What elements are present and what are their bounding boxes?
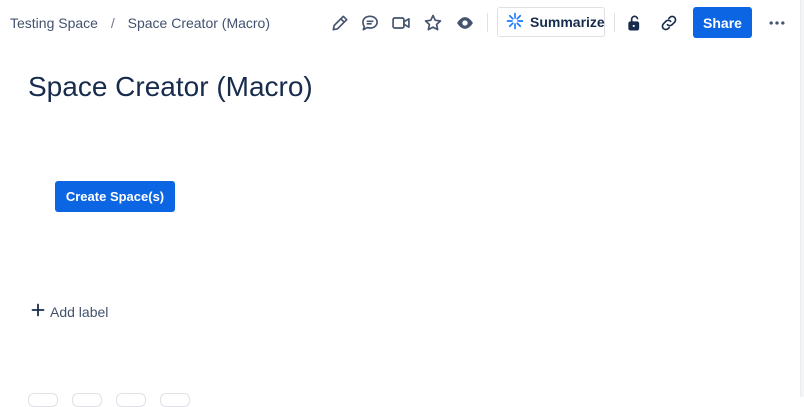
breadcrumb-space-link[interactable]: Testing Space — [10, 15, 98, 31]
video-icon[interactable] — [389, 11, 413, 35]
create-spaces-button[interactable]: Create Space(s) — [55, 181, 175, 212]
summarize-label: Summarize — [530, 14, 605, 30]
more-icon[interactable] — [765, 11, 789, 35]
comment-icon[interactable] — [358, 11, 382, 35]
breadcrumb-page-link[interactable]: Space Creator (Macro) — [128, 15, 270, 31]
reaction-button[interactable] — [28, 393, 58, 407]
edit-icon[interactable] — [328, 11, 352, 35]
share-button[interactable]: Share — [693, 7, 752, 38]
scrollbar-track[interactable] — [800, 0, 804, 397]
star-icon[interactable] — [421, 11, 445, 35]
plus-icon — [31, 303, 45, 320]
unlock-icon[interactable] — [623, 11, 647, 35]
toolbar-divider — [614, 13, 615, 32]
add-label-text: Add label — [50, 303, 109, 320]
link-icon[interactable] — [657, 11, 681, 35]
watch-icon[interactable] — [453, 11, 477, 35]
sparkle-icon — [506, 12, 524, 33]
breadcrumb-separator: / — [110, 15, 115, 31]
reaction-button[interactable] — [160, 393, 190, 407]
reaction-button[interactable] — [116, 393, 146, 407]
toolbar-divider — [487, 13, 488, 32]
reactions-bar — [28, 393, 190, 407]
breadcrumb: Testing Space / Space Creator (Macro) — [10, 15, 270, 31]
page-header: Testing Space / Space Creator (Macro) Su… — [0, 0, 800, 46]
add-label-button[interactable]: Add label — [31, 303, 108, 320]
page-title: Space Creator (Macro) — [28, 71, 313, 102]
reaction-button[interactable] — [72, 393, 102, 407]
summarize-button[interactable]: Summarize — [497, 7, 605, 37]
